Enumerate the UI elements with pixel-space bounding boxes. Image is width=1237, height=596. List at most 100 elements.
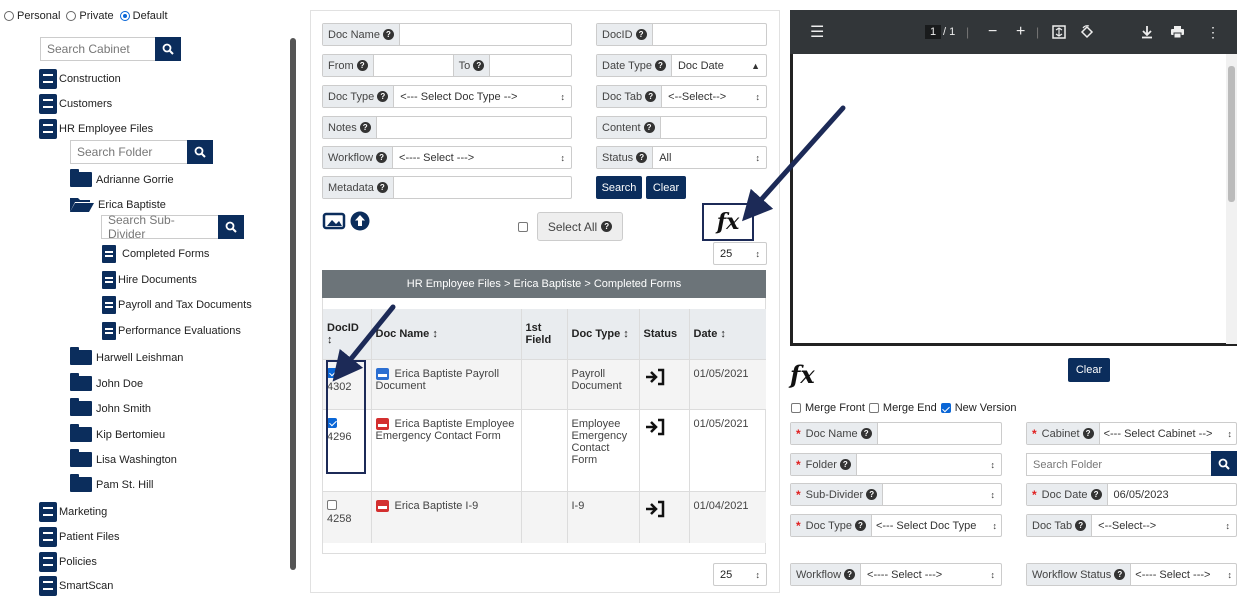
cabinet-construction[interactable]: Construction — [39, 69, 121, 89]
subdivider-performance[interactable]: Performance Evaluations — [102, 322, 241, 340]
help-icon[interactable]: ? — [356, 60, 368, 71]
merge-doc-name-field[interactable]: * Doc Name? — [790, 422, 1002, 445]
page-number-input[interactable]: 1 — [925, 25, 942, 39]
doc-type-select[interactable]: Doc Type? <--- Select Doc Type --> ↕ — [322, 85, 572, 108]
to-date-input[interactable] — [490, 55, 571, 76]
help-icon[interactable]: ? — [376, 152, 388, 163]
menu-icon[interactable]: ☰ — [810, 22, 824, 42]
checkout-icon[interactable] — [644, 500, 666, 518]
cabinet-policies[interactable]: Policies — [39, 552, 97, 572]
date-range-field[interactable]: From? To? — [322, 54, 572, 77]
folder-harwell-leishman[interactable]: Harwell Leishman — [70, 347, 183, 365]
help-icon[interactable]: ? — [839, 459, 851, 470]
subdivider-search-input[interactable]: Search Sub-Divider — [101, 213, 219, 241]
scope-personal[interactable]: Personal — [4, 10, 60, 22]
zoom-out-icon[interactable]: − — [988, 23, 997, 41]
search-button[interactable]: Search — [596, 176, 642, 199]
date-type-select[interactable]: Date Type? Doc Date ▲︎ — [596, 54, 767, 77]
page-size-select-top[interactable]: 25 ↕ — [713, 242, 767, 265]
page-size-select-bottom[interactable]: 25 ↕ — [713, 563, 767, 586]
merge-workflow-select[interactable]: Workflow? <---- Select ---> ↕ — [790, 563, 1002, 586]
workflow-select[interactable]: Workflow? <---- Select ---> ↕ — [322, 146, 572, 169]
help-icon[interactable]: ? — [636, 152, 648, 163]
merge-doc-date-field[interactable]: * Doc Date? 06/05/2023 — [1026, 483, 1237, 506]
help-icon[interactable]: ? — [1090, 489, 1102, 500]
from-date-input[interactable] — [374, 55, 454, 76]
new-version-checkbox[interactable] — [940, 403, 951, 413]
cabinet-search-button[interactable] — [155, 37, 181, 61]
table-row[interactable]: 4302 Erica Baptiste Payroll Document Pay… — [323, 358, 766, 409]
col-docname[interactable]: Doc Name ↕ — [371, 309, 522, 359]
help-icon[interactable]: ? — [359, 122, 371, 133]
content-field[interactable]: Content? — [596, 116, 767, 139]
notes-field[interactable]: Notes? — [322, 116, 572, 139]
clear-button[interactable]: Clear — [646, 176, 686, 199]
help-icon[interactable]: ? — [635, 29, 647, 40]
doc-name-field[interactable]: Doc Name? — [322, 23, 572, 46]
merge-folder-select[interactable]: * Folder? ↕ — [790, 453, 1002, 476]
help-icon[interactable]: ? — [860, 428, 872, 439]
folder-adrianne-gorrie[interactable]: Adrianne Gorrie — [70, 169, 174, 187]
folder-erica-baptiste[interactable]: Erica Baptiste — [70, 197, 166, 212]
folder-john-smith[interactable]: John Smith — [70, 398, 151, 416]
help-icon[interactable]: ? — [1075, 520, 1087, 531]
help-icon[interactable]: ? — [1082, 428, 1094, 439]
folder-search-input[interactable]: Search Folder — [70, 140, 188, 164]
pdf-scroll-thumb[interactable] — [1228, 66, 1235, 202]
help-icon[interactable]: ? — [643, 122, 655, 133]
doc-name-link[interactable]: Erica Baptiste Payroll Document — [376, 368, 500, 392]
select-all-checkbox[interactable] — [518, 222, 528, 232]
merge-doc-tab-select[interactable]: Doc Tab? <--Select--> ↕ — [1026, 514, 1237, 537]
rotate-icon[interactable] — [1080, 25, 1094, 39]
upload-arrow-icon[interactable] — [350, 211, 370, 231]
subdivider-completed-forms[interactable]: Completed Forms — [102, 245, 209, 263]
help-icon[interactable]: ? — [645, 91, 657, 102]
folder-john-doe[interactable]: John Doe — [70, 373, 143, 391]
print-icon[interactable] — [1170, 25, 1185, 39]
more-options-icon[interactable]: ⋮ — [1206, 24, 1220, 41]
merge-front-checkbox[interactable] — [791, 403, 801, 413]
help-icon[interactable]: ? — [382, 29, 394, 40]
doc-tab-select[interactable]: Doc Tab? <--Select--> ↕ — [596, 85, 767, 108]
metadata-field[interactable]: Metadata? — [322, 176, 572, 199]
cabinet-search-input[interactable]: Search Cabinet — [40, 37, 156, 61]
help-icon[interactable]: ? — [1114, 569, 1126, 580]
docid-field[interactable]: DocID? — [596, 23, 767, 46]
col-doctype[interactable]: Doc Type ↕ — [567, 309, 640, 359]
help-icon[interactable]: ? — [473, 60, 485, 71]
table-row[interactable]: 4296 Erica Baptiste Employee Emergency C… — [323, 408, 766, 491]
merge-doc-type-select[interactable]: * Doc Type? <--- Select Doc Type ↕ — [790, 514, 1002, 537]
subdivider-hire-documents[interactable]: Hire Documents — [102, 271, 197, 289]
merge-end-checkbox[interactable] — [868, 403, 879, 413]
folder-kip-bertomieu[interactable]: Kip Bertomieu — [70, 424, 165, 442]
download-icon[interactable] — [1140, 25, 1154, 39]
doc-name-link[interactable]: Erica Baptiste I-9 — [395, 500, 479, 512]
status-select[interactable]: Status? All ↕ — [596, 146, 767, 169]
checkout-icon[interactable] — [644, 368, 666, 386]
help-icon[interactable]: ? — [377, 91, 389, 102]
col-docid[interactable]: DocID ↕ — [323, 309, 372, 359]
help-icon[interactable]: ? — [866, 489, 878, 500]
help-icon[interactable]: ? — [601, 221, 613, 232]
merge-folder-search-button[interactable] — [1211, 451, 1237, 476]
cabinet-customers[interactable]: Customers — [39, 94, 112, 114]
cabinet-marketing[interactable]: Marketing — [39, 502, 107, 522]
folder-lisa-washington[interactable]: Lisa Washington — [70, 449, 177, 467]
merge-clear-button[interactable]: Clear — [1068, 358, 1110, 382]
zoom-in-icon[interactable]: + — [1016, 23, 1025, 41]
table-row[interactable]: 4258 Erica Baptiste I-9 I-9 01/04/2021 — [323, 490, 766, 543]
doc-name-link[interactable]: Erica Baptiste Employee Emergency Contac… — [376, 418, 515, 442]
tree-scrollbar[interactable] — [290, 38, 296, 570]
help-icon[interactable]: ? — [376, 182, 388, 193]
help-icon[interactable]: ? — [854, 520, 866, 531]
row-checkbox[interactable] — [327, 499, 337, 510]
image-upload-icon[interactable] — [322, 212, 346, 230]
merge-cabinet-select[interactable]: * Cabinet? <--- Select Cabinet --> ↕ — [1026, 422, 1237, 445]
cabinet-hr-employee-files[interactable]: HR Employee Files — [39, 119, 153, 139]
checkout-icon[interactable] — [644, 418, 666, 436]
folder-pam-st-hill[interactable]: Pam St. Hill — [70, 474, 153, 492]
merge-workflow-status-select[interactable]: Workflow Status? <---- Select ---> ↕ — [1026, 563, 1237, 586]
help-icon[interactable]: ? — [844, 569, 856, 580]
cabinet-patient-files[interactable]: Patient Files — [39, 527, 120, 547]
col-date[interactable]: Date ↕ — [689, 309, 766, 359]
